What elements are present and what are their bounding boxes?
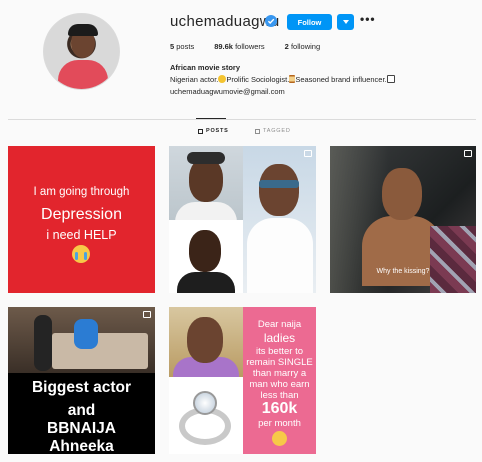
followers-count: 89.6k [214,42,233,51]
verified-badge-icon [265,15,277,27]
carousel-icon [143,311,151,318]
post-3-cloth [430,226,476,293]
post-4-line-4: Ahneeka [49,438,114,454]
post-thumbnail-1[interactable]: I am going through Depression i need HEL… [8,146,155,293]
more-options-icon[interactable]: ••• [360,12,376,26]
followers-stat[interactable]: 89.6k followers [214,42,264,51]
smile-emoji-icon [272,431,287,446]
avatar-shirt [58,60,108,89]
bio-part1: Nigerian actor. [170,75,219,84]
post-1-line-2: Depression [41,206,122,223]
ring-image [173,389,237,449]
tag-icon [255,128,260,134]
post-thumbnail-4[interactable]: Biggest actor and BBNAIJA Ahneeka [8,307,155,454]
profile-avatar[interactable] [43,13,120,90]
post-2-photo-2 [243,146,316,293]
profile-username: uchemaduagwu [170,13,280,30]
post-5-line-1: Dear naija [257,319,302,330]
following-count: 2 [284,42,289,51]
post-5-line-9: per month [258,418,301,429]
active-tab-indicator [196,118,226,119]
suggested-dropdown-button[interactable] [337,14,354,30]
following-stat[interactable]: 2 following [285,42,320,51]
post-5-line-2: ladies [263,331,296,345]
post-2-photo-3 [169,220,243,293]
tab-tagged-label: TAGGED [263,128,291,134]
avatar-cap [68,24,98,36]
post-4-line-3: BBNAIJA [47,420,116,437]
post-4-line-2: and [67,402,96,419]
following-label: following [290,42,321,51]
outbox-icon [386,75,395,83]
posts-count: 5 [170,42,175,51]
video-icon [464,150,472,157]
followers-label: followers [235,42,265,51]
bio-part2: Prolific Sociologist. [226,75,290,84]
post-5-line-6: man who earn [249,379,310,390]
profile-stats: 5 posts 89.6k followers 2 following [170,42,340,51]
bio-email[interactable]: uchemaduagwumovie@gmail.com [170,87,285,96]
post-thumbnail-2[interactable] [169,146,316,293]
grid-icon [198,128,203,134]
posts-stat: 5 posts [170,42,194,51]
tabs-divider [8,119,476,120]
crying-face-icon [72,245,90,263]
post-4-scene [8,307,155,373]
bio-part3: Seasoned brand influencer. [295,75,387,84]
post-5-line-4: remain SINGLE [246,357,313,368]
post-1-line-1: I am going through [33,186,130,198]
post-5-line-5: than marry a [252,368,307,379]
post-4-line-1: Biggest actor [31,379,132,396]
carousel-icon [304,150,312,157]
follow-button[interactable]: Follow [287,14,332,30]
post-5-line-8: 160k [261,400,298,417]
post-5-photo [169,307,243,377]
chevron-down-icon [342,20,349,24]
bio-name: African movie story [170,63,241,72]
tab-posts-label: POSTS [206,128,229,134]
tab-posts[interactable]: POSTS [198,128,229,134]
tab-tagged[interactable]: TAGGED [255,128,291,134]
bio-text: Nigerian actor. Prolific Sociologist. Seas… [170,75,395,84]
post-2-photo-1 [169,146,243,222]
post-3-caption: Why the kissing? [376,268,430,275]
post-5-text-panel: Dear naija ladies its better to remain S… [243,307,316,454]
posts-label: posts [176,42,195,51]
post-thumbnail-3[interactable]: Why the kissing? [330,146,476,293]
post-1-line-3: i need HELP [46,228,117,242]
post-5-line-3: its better to [256,346,303,357]
post-thumbnail-5[interactable]: Dear naija ladies its better to remain S… [169,307,316,454]
